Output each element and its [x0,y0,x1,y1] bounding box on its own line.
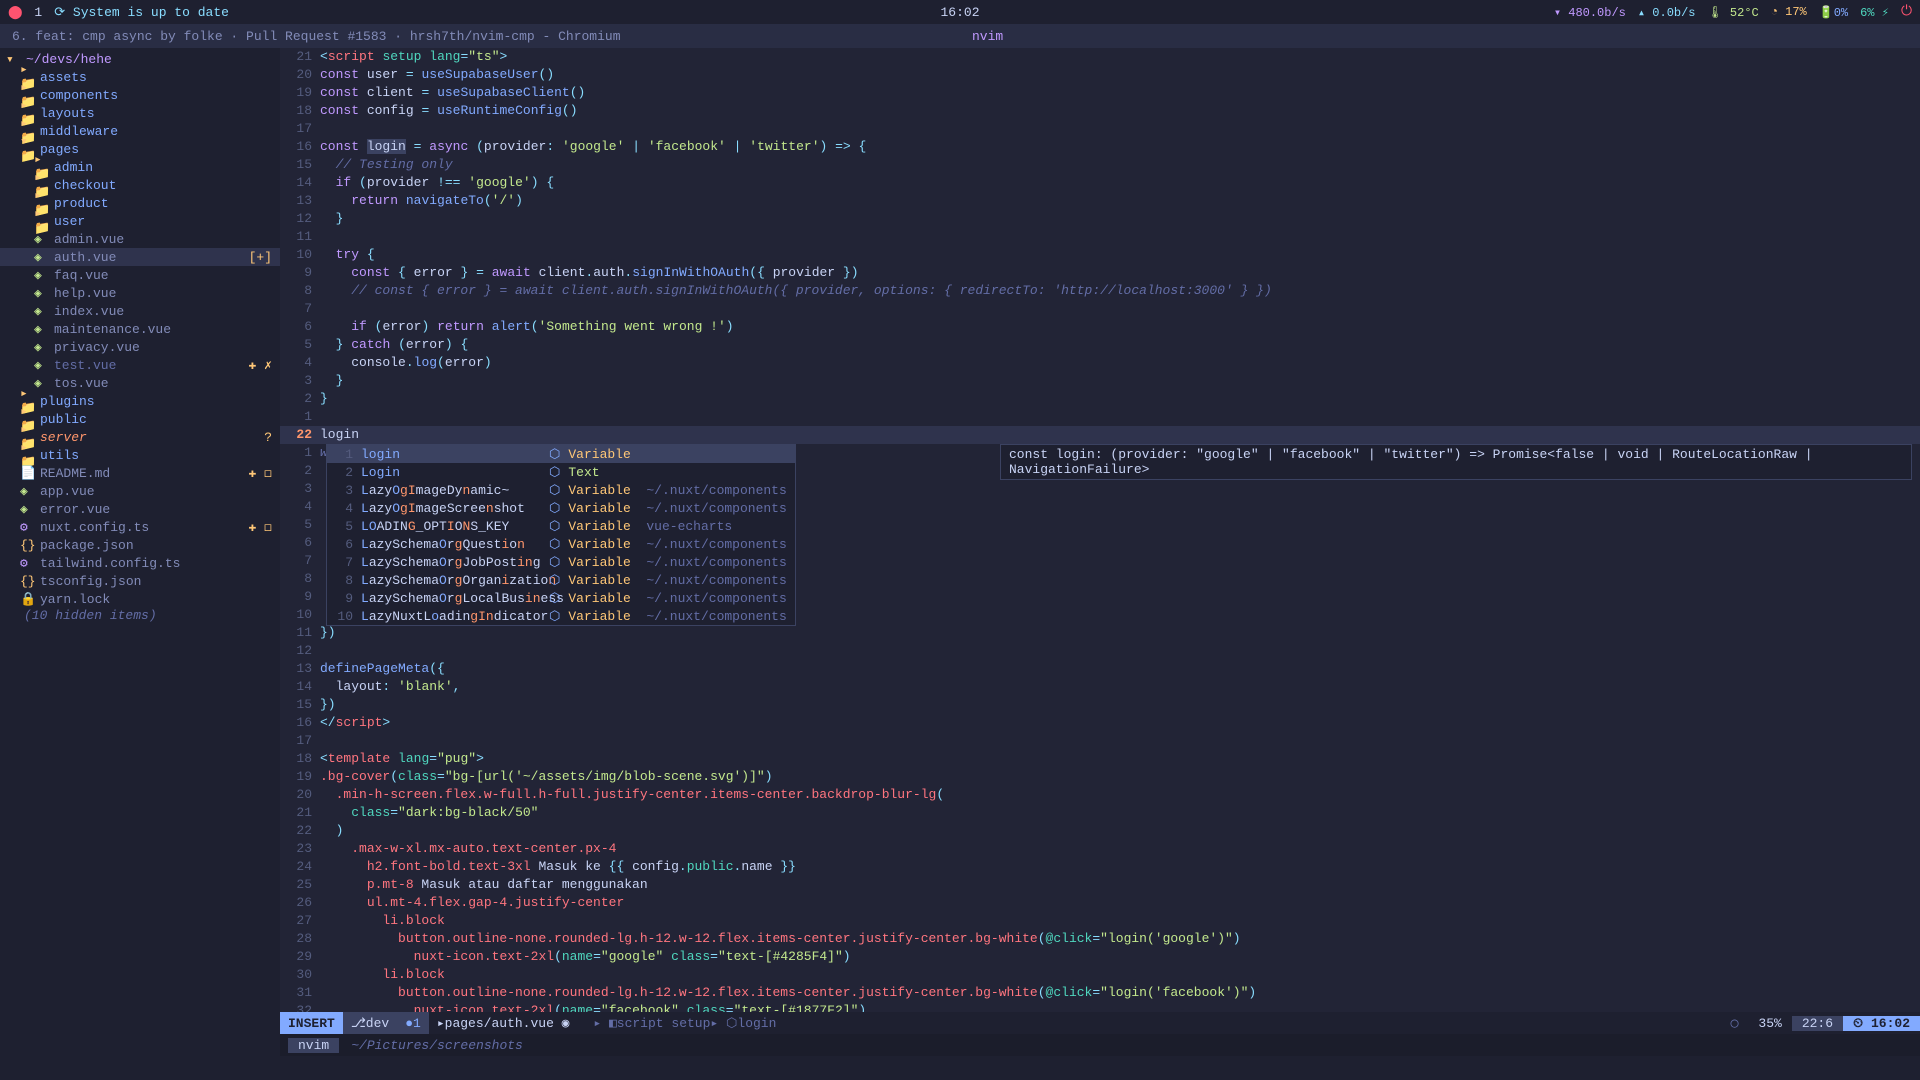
window-titlebar: 6. feat: cmp async by folke · Pull Reque… [0,24,1920,48]
cursor-line[interactable]: 22login [280,426,1920,444]
tree-item[interactable]: ◈faq.vue [0,266,280,284]
completion-popup[interactable]: 1login⬡Variable2Login⬡Text3LazyOgImageDy… [326,444,796,626]
completion-item[interactable]: 7LazySchemaOrgJobPosting⬡Variable~/.nuxt… [327,553,795,571]
scroll-percent: 35% [1748,1016,1791,1031]
git-branch: ⎇ dev [343,1012,397,1034]
tmux-path: ~/Pictures/screenshots [351,1038,523,1053]
completion-item[interactable]: 8LazySchemaOrgOrganization⬡Variable~/.nu… [327,571,795,589]
tree-item[interactable]: 🔒yarn.lock [0,590,280,608]
tree-item[interactable]: ▸ 📁server? [0,428,280,446]
tree-item[interactable]: ◈admin.vue [0,230,280,248]
completion-item[interactable]: 9LazySchemaOrgLocalBusiness⬡Variable~/.n… [327,589,795,607]
tree-item[interactable]: ⚙tailwind.config.ts [0,554,280,572]
diagnostic-count: ● 1 [397,1012,429,1034]
file-tree[interactable]: ▾~/devs/hehe ▸ 📁assets▸ 📁components▸ 📁la… [0,48,280,1056]
temperature-indicator: 🌡 52°C [1708,5,1759,20]
statusline: INSERT ⎇ dev ● 1 ▸ pages/auth.vue ◉ ▸ ◧ … [280,1012,1920,1034]
battery-indicator: 🔋0% [1819,5,1848,20]
tree-item[interactable]: ⚙nuxt.config.ts✚ ◻ [0,518,280,536]
topbar-clock: 16:02 [941,5,980,20]
completion-item[interactable]: 10LazyNuxtLoadingIndicator⬡Variable~/.nu… [327,607,795,625]
completion-item[interactable]: 3LazyOgImageDynamic~⬡Variable~/.nuxt/com… [327,481,795,499]
window-title-nvim[interactable]: nvim [960,29,1920,44]
tree-item[interactable]: ▸ 📁utils [0,446,280,464]
tree-item[interactable]: ▸ 📁middleware [0,122,280,140]
network-up-icon: ▴ 0.0b/s [1638,5,1696,20]
encoding-icon: ◯ [1721,1016,1749,1031]
tree-item[interactable]: ◈help.vue [0,284,280,302]
tree-item[interactable]: ▸ 📁components [0,86,280,104]
editor-pane[interactable]: 21<script setup lang="ts"> 20const user … [280,48,1920,1056]
tree-item[interactable]: {}tsconfig.json [0,572,280,590]
tree-item[interactable]: ▸ 📁assets [0,68,280,86]
tree-item[interactable]: ◈test.vue✚ ✗ [0,356,280,374]
memory-indicator: ◔ 17% [1771,5,1807,19]
tree-item[interactable]: ◈maintenance.vue [0,320,280,338]
tree-item[interactable]: ◈tos.vue [0,374,280,392]
tree-item[interactable]: ◈app.vue [0,482,280,500]
tree-root[interactable]: ▾~/devs/hehe [0,50,280,68]
system-update-status: ⟳ System is up to date [54,5,229,20]
power-icon[interactable]: ⏻ [1901,4,1912,20]
completion-item[interactable]: 1login⬡Variable [327,445,795,463]
statusline-clock: ⏲ 16:02 [1843,1016,1920,1031]
completion-item[interactable]: 4LazyOgImageScreenshot⬡Variable~/.nuxt/c… [327,499,795,517]
tree-item[interactable]: 📄README.md✚ ◻ [0,464,280,482]
breadcrumb: ▸ ◧ script setup ▸ ⬡ login [578,1012,785,1034]
window-title-chromium[interactable]: 6. feat: cmp async by folke · Pull Reque… [0,29,960,44]
tree-item[interactable]: ◈privacy.vue [0,338,280,356]
tree-item[interactable]: ▸ 📁plugins [0,392,280,410]
tree-item[interactable]: {}package.json [0,536,280,554]
tree-item[interactable]: ◈error.vue [0,500,280,518]
cursor-position: 22:6 [1792,1016,1843,1031]
tree-item[interactable]: ◈index.vue [0,302,280,320]
tree-hidden-count: (10 hidden items) [0,608,280,623]
tree-item[interactable]: ▸ 📁layouts [0,104,280,122]
network-down-icon: ▾ 480.0b/s [1554,5,1626,20]
completion-item[interactable]: 6LazySchemaOrgQuestion⬡Variable~/.nuxt/c… [327,535,795,553]
tree-item[interactable]: ▸ 📁public [0,410,280,428]
tree-item[interactable]: ▸ 📁user [0,212,280,230]
mode-indicator: INSERT [280,1012,343,1034]
completion-doc: const login: (provider: "google" | "face… [1000,444,1912,480]
tmux-window[interactable]: nvim [288,1038,339,1053]
file-path: ▸ pages/auth.vue ◉ [429,1012,578,1034]
system-topbar: ⬤ 1 ⟳ System is up to date 16:02 ▾ 480.0… [0,0,1920,24]
workspace-indicator[interactable]: ⬤ 1 [8,5,42,20]
tmux-bar: nvim ~/Pictures/screenshots [280,1034,1920,1056]
completion-item[interactable]: 5LOADING_OPTIONS_KEY⬡Variablevue-echarts [327,517,795,535]
cpu-indicator: 6% ⚡ [1860,5,1889,20]
completion-item[interactable]: 2Login⬡Text [327,463,795,481]
tree-item[interactable]: ◈auth.vue[+] [0,248,280,266]
